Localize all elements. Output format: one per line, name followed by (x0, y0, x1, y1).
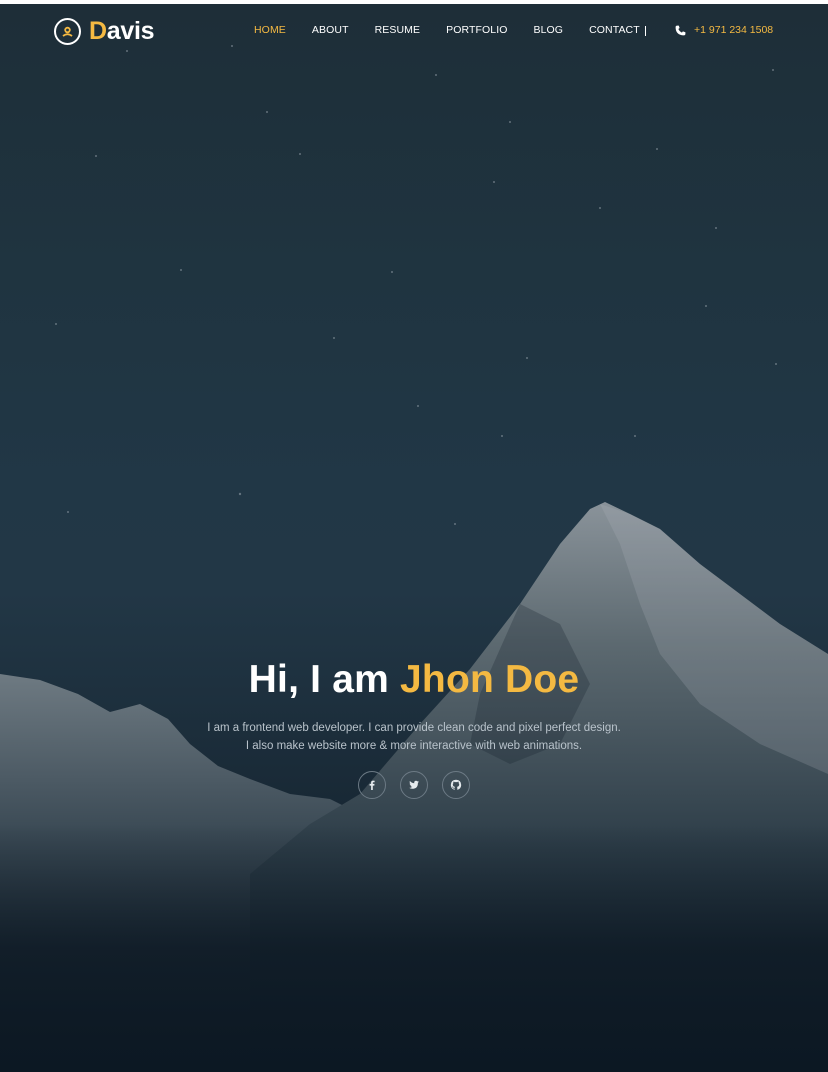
nav-resume[interactable]: RESUME (375, 24, 421, 36)
hero-description: I am a frontend web developer. I can pro… (0, 719, 828, 755)
social-links (0, 771, 828, 799)
intro: Hi, I am Jhon Doe I am a frontend web de… (0, 655, 828, 799)
facebook-link[interactable] (358, 771, 386, 799)
facebook-icon (369, 780, 375, 790)
github-link[interactable] (442, 771, 470, 799)
nav-contact[interactable]: CONTACT (589, 24, 640, 36)
twitter-link[interactable] (400, 771, 428, 799)
phone-number: +1 971 234 1508 (694, 24, 774, 36)
hero-section (0, 4, 828, 1072)
logo[interactable]: Davis (54, 16, 155, 46)
logo-initial: D (89, 16, 107, 45)
nav-home[interactable]: HOME (254, 24, 286, 36)
phone-link[interactable]: +1 971 234 1508 (675, 24, 773, 36)
main-nav: HOME ABOUT RESUME PORTFOLIO BLOG CONTACT (254, 24, 666, 36)
hero-description-line1: I am a frontend web developer. I can pro… (207, 722, 621, 734)
nav-divider (645, 26, 646, 36)
hero-headline: Hi, I am Jhon Doe (0, 655, 828, 705)
nav-blog[interactable]: BLOG (534, 24, 564, 36)
github-icon (450, 779, 462, 790)
hero-description-line2: I also make website more & more interact… (245, 740, 583, 752)
nav-about[interactable]: ABOUT (312, 24, 349, 36)
phone-icon (675, 25, 686, 36)
mountain-background (0, 45, 828, 1072)
logo-rest: avis (106, 16, 155, 45)
nav-portfolio[interactable]: PORTFOLIO (446, 24, 507, 36)
logo-icon (54, 17, 81, 45)
site-header: Davis HOME ABOUT RESUME PORTFOLIO BLOG C… (0, 4, 828, 56)
logo-text: Davis (89, 16, 155, 46)
hero-name: Jhon Doe (400, 658, 580, 701)
hero-greeting: Hi, I am (248, 658, 389, 701)
twitter-icon (409, 780, 419, 789)
